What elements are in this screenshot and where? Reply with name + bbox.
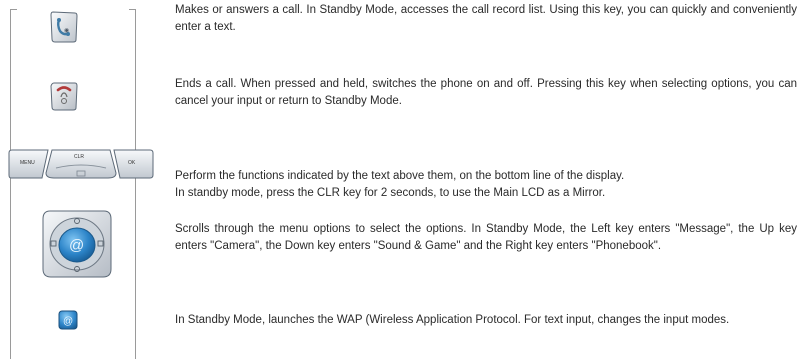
wap-key-description-text: In Standby Mode, launches the WAP (Wirel…: [175, 314, 730, 326]
call-send-key-icon: ◉: [50, 11, 78, 43]
end-key-description-text: Ends a call. When pressed and held, swit…: [175, 78, 797, 107]
end-key-description: Ends a call. When pressed and held, swit…: [175, 76, 797, 110]
soft-keys-icon: MENU CLR OK: [8, 149, 154, 179]
svg-text:@: @: [69, 237, 84, 254]
navigation-keys-icon: @: [42, 210, 112, 278]
call-key-description: Makes or answers a call. In Standby Mode…: [175, 2, 797, 36]
soft-keys-description: Perform the functions indicated by the t…: [175, 168, 797, 202]
navigation-keys-description-text: Scrolls through the menu options to sele…: [175, 223, 797, 252]
soft-key-menu-label: MENU: [20, 160, 35, 166]
soft-key-clr-label: CLR: [74, 154, 84, 160]
svg-text:◉: ◉: [64, 28, 69, 34]
soft-key-ok-label: OK: [128, 160, 136, 166]
svg-text:@: @: [63, 316, 73, 327]
end-power-key-icon: [50, 82, 78, 111]
right-bracket-line: [129, 9, 136, 359]
left-bracket-line: [10, 9, 17, 359]
wap-key-icon: @: [58, 310, 78, 330]
soft-keys-description-line-2: In standby mode, press the CLR key for 2…: [175, 187, 606, 199]
soft-keys-description-line-1: Perform the functions indicated by the t…: [175, 170, 625, 182]
wap-key-description: In Standby Mode, launches the WAP (Wirel…: [175, 312, 797, 329]
call-key-description-text: Makes or answers a call. In Standby Mode…: [175, 4, 797, 33]
navigation-keys-description: Scrolls through the menu options to sele…: [175, 221, 797, 255]
